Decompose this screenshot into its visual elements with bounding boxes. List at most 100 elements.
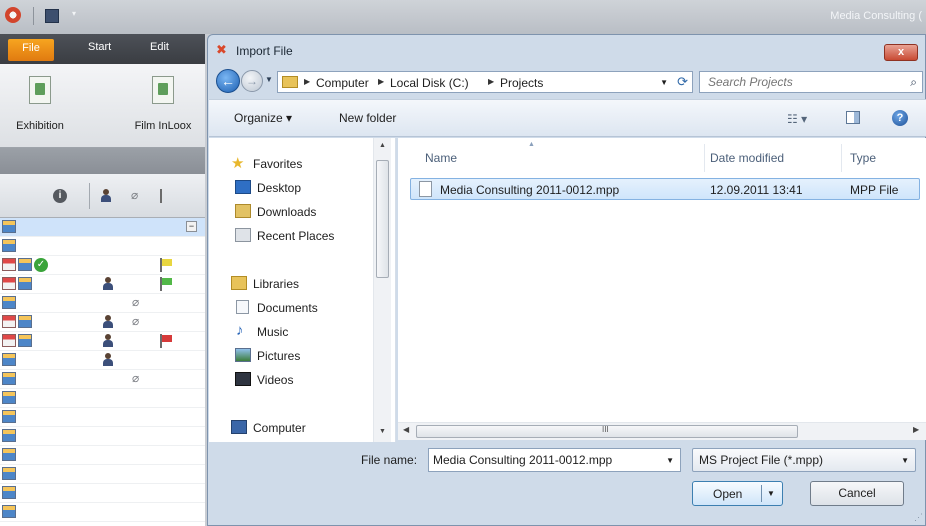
file-row[interactable]: Media Consulting 2011-0012.mpp 12.09.201…	[410, 178, 920, 200]
new-folder-button[interactable]: New folder	[339, 111, 396, 125]
breadcrumb-separator-icon[interactable]: ▶	[304, 77, 310, 86]
open-options-dropdown-icon[interactable]: ▼	[767, 489, 775, 498]
nav-scrollbar[interactable]: ▲ ▼	[373, 138, 391, 442]
scroll-down-icon[interactable]: ▼	[379, 428, 386, 435]
help-icon[interactable]: ?	[892, 110, 908, 126]
horizontal-scrollbar-thumb[interactable]: III	[416, 425, 798, 438]
red-flag-icon[interactable]	[160, 334, 172, 348]
column-separator[interactable]	[704, 144, 705, 172]
person-column-icon[interactable]	[101, 189, 111, 202]
nav-scrollbar-thumb[interactable]	[376, 160, 389, 278]
grid-row[interactable]	[0, 446, 205, 465]
search-icon[interactable]: ⌕	[910, 75, 917, 90]
back-button[interactable]: ←	[216, 69, 240, 93]
search-input[interactable]	[700, 72, 896, 92]
file-date: 12.09.2011 13:41	[710, 183, 803, 197]
filename-label: File name:	[361, 453, 418, 467]
breadcrumb-separator-icon[interactable]: ▶	[378, 77, 384, 86]
separator	[33, 7, 34, 25]
grid-row[interactable]: ⌀	[0, 294, 205, 313]
film-inloox-button[interactable]: Film InLoox	[128, 76, 198, 132]
flag-column-icon[interactable]	[160, 189, 172, 203]
tab-file[interactable]: File	[8, 39, 54, 61]
chevron-down-icon[interactable]: ▼	[666, 456, 674, 465]
attachment-icon: ⌀	[132, 295, 140, 309]
forward-button[interactable]: →	[241, 70, 263, 92]
yellow-flag-icon[interactable]	[160, 258, 172, 272]
grid-header: i ⌀	[0, 174, 205, 218]
scroll-right-icon[interactable]: ▶	[913, 425, 919, 434]
qat-customize-icon[interactable]: ▾	[72, 9, 76, 27]
dialog-titlebar[interactable]: ✖ Import File x	[208, 35, 925, 65]
nav-documents-label: Documents	[257, 301, 318, 315]
column-separator[interactable]	[841, 144, 842, 172]
grid-row[interactable]: ⌀	[0, 370, 205, 389]
breadcrumb-local-disk[interactable]: Local Disk (C:)	[390, 76, 469, 90]
attachment-column-icon[interactable]: ⌀	[131, 188, 138, 206]
folder-icon	[282, 76, 298, 88]
task-icon	[2, 334, 16, 347]
grid-row[interactable]	[0, 484, 205, 503]
exhibition-button[interactable]: Exhibition	[10, 76, 70, 132]
address-bar[interactable]: ▶ Computer ▶ Local Disk (C:) ▶ Projects …	[277, 71, 693, 93]
document-icon	[152, 76, 174, 104]
file-list: ▲ Name Date modified Type Media Consulti…	[398, 138, 926, 422]
scroll-up-icon[interactable]: ▲	[379, 142, 386, 149]
grid-row[interactable]	[0, 237, 205, 256]
grid-row[interactable]	[0, 408, 205, 427]
column-header-date-modified[interactable]: Date modified	[710, 151, 784, 165]
save-icon[interactable]	[45, 9, 59, 23]
file-name: Media Consulting 2011-0012.mpp	[440, 183, 620, 197]
green-flag-icon[interactable]	[160, 277, 172, 291]
documents-icon	[236, 300, 249, 314]
grid-row[interactable]	[0, 503, 205, 522]
calendar-icon	[2, 429, 16, 442]
calendar-icon	[2, 486, 16, 499]
filename-input[interactable]	[429, 449, 657, 471]
app-titlebar: ▾ Media Consulting (	[0, 0, 926, 34]
grid-row[interactable]	[0, 427, 205, 446]
address-dropdown-icon[interactable]: ▼	[660, 78, 668, 87]
app-title: Media Consulting (	[830, 10, 922, 22]
person-icon	[103, 277, 113, 290]
grid-row[interactable]	[0, 332, 205, 351]
breadcrumb-computer[interactable]: Computer	[316, 76, 369, 90]
breadcrumb-projects[interactable]: Projects	[500, 76, 543, 90]
horizontal-scrollbar[interactable]: ◀ III ▶	[398, 422, 926, 440]
videos-icon	[235, 372, 251, 386]
collapse-icon[interactable]: −	[186, 221, 197, 232]
close-button[interactable]: x	[884, 44, 918, 61]
calendar-icon	[2, 448, 16, 461]
filetype-select[interactable]: MS Project File (*.mpp) ▼	[692, 448, 916, 472]
tab-edit[interactable]: Edit	[150, 41, 169, 53]
tab-start[interactable]: Start	[88, 41, 111, 53]
grid-row[interactable]	[0, 389, 205, 408]
grid-row[interactable]: −	[0, 218, 205, 237]
grid-row[interactable]: ⌀	[0, 313, 205, 332]
column-header-name[interactable]: Name	[425, 151, 457, 165]
scroll-left-icon[interactable]: ◀	[403, 425, 409, 434]
app-logo-icon[interactable]	[5, 7, 21, 23]
refresh-icon[interactable]: ⟳	[677, 74, 688, 90]
grid-row[interactable]	[0, 465, 205, 484]
computer-icon	[231, 420, 247, 434]
grid-row[interactable]: ✓	[0, 256, 205, 275]
recent-locations-dropdown[interactable]: ▼	[265, 75, 273, 84]
grid-row[interactable]	[0, 351, 205, 370]
cancel-button[interactable]: Cancel	[810, 481, 904, 506]
change-view-icon[interactable]: ☷ ▾	[787, 112, 807, 126]
grid-row[interactable]	[0, 275, 205, 294]
app-logo-icon: ✖	[216, 42, 227, 57]
organize-button[interactable]: Organize ▾	[234, 111, 292, 125]
pane-header-band	[0, 148, 205, 174]
breadcrumb-separator-icon[interactable]: ▶	[488, 77, 494, 86]
info-icon[interactable]: i	[53, 189, 67, 203]
filetype-value: MS Project File (*.mpp)	[699, 453, 824, 467]
column-header-type[interactable]: Type	[850, 151, 876, 165]
column-separator	[89, 183, 90, 209]
preview-pane-icon[interactable]	[846, 111, 860, 124]
resize-grip-icon[interactable]: ⋰	[914, 512, 923, 523]
open-button[interactable]: Open ▼	[692, 481, 783, 506]
chevron-down-icon[interactable]: ▼	[901, 456, 909, 465]
ribbon-tabs: File Start Edit	[0, 34, 205, 64]
